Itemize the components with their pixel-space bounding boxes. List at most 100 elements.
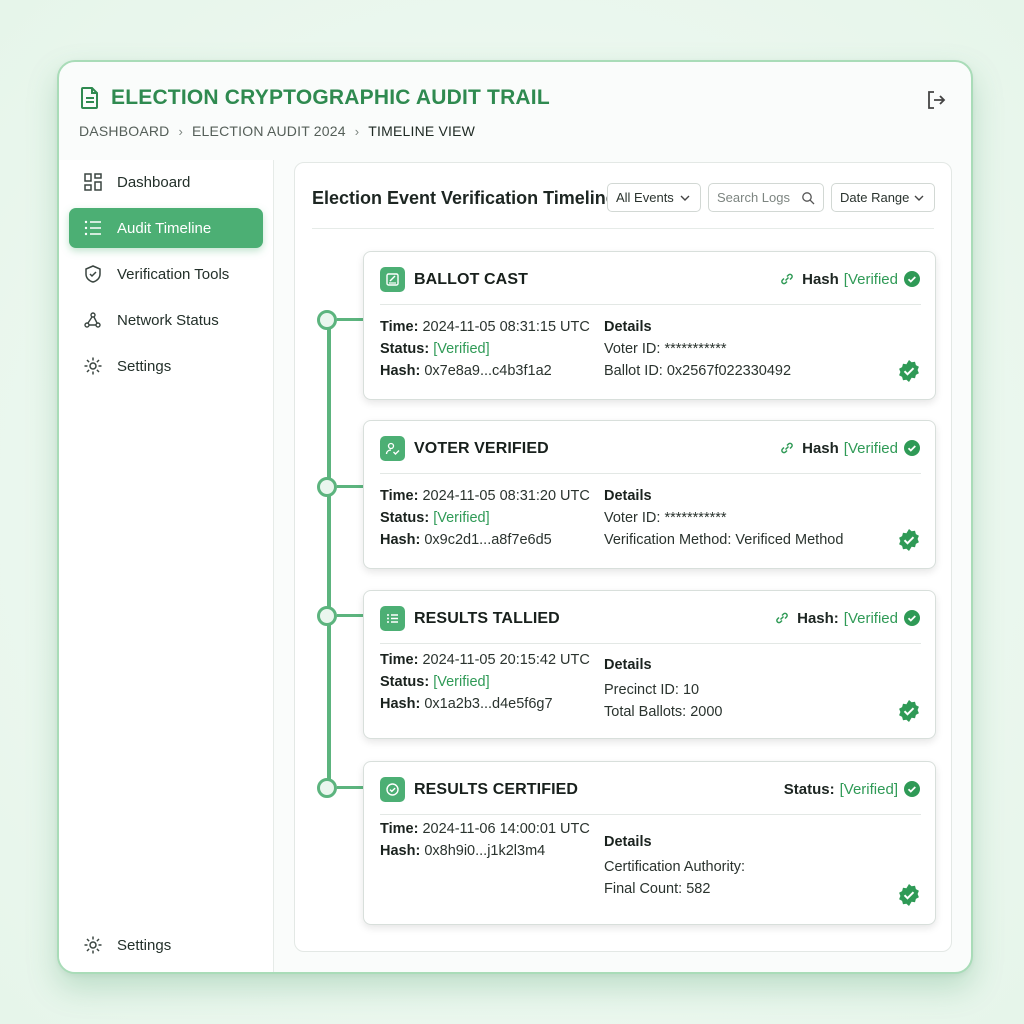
card-divider	[380, 304, 921, 305]
event-status: Status: [Verified]	[380, 674, 490, 690]
detail-line: Voter ID: ***********	[604, 510, 727, 526]
event-card-ballot-cast[interactable]: BALLOT CAST Hash [Verified Time: 2024-11…	[363, 251, 936, 400]
hash-verified-badge: Hash [Verified	[779, 439, 921, 457]
detail-line: Verification Method: Verificed Method	[604, 532, 844, 548]
status-label: Status:	[380, 341, 430, 357]
check-circle-icon	[904, 440, 920, 456]
grid-icon	[84, 173, 102, 191]
card-divider	[380, 473, 921, 474]
check-circle-icon	[904, 610, 920, 626]
detail-line: Total Ballots: 2000	[604, 704, 723, 720]
logout-icon[interactable]	[925, 89, 947, 111]
sidebar-footer-settings[interactable]: Settings	[69, 925, 263, 965]
status-value: [Verified]	[433, 510, 490, 526]
chevron-down-icon	[914, 195, 924, 201]
network-icon	[84, 312, 101, 328]
event-card-results-tallied[interactable]: RESULTS TALLIED Hash: [Verified Time: 20…	[363, 590, 936, 739]
gear-icon	[84, 936, 102, 954]
event-title: BALLOT CAST	[414, 270, 528, 288]
time-value: 2024-11-06 14:00:01 UTC	[422, 821, 590, 837]
details-heading: Details	[604, 834, 652, 850]
event-filter-value: All Events	[616, 190, 674, 205]
detail-line: Final Count: 582	[604, 881, 711, 897]
timeline-node	[317, 606, 337, 626]
chevron-down-icon	[680, 195, 690, 201]
status-value: [Verified]	[433, 674, 490, 690]
verified-seal-icon	[899, 529, 919, 551]
badge-value: [Verified]	[839, 780, 898, 798]
time-label: Time:	[380, 488, 419, 504]
sidebar-item-dashboard[interactable]: Dashboard	[69, 162, 263, 202]
breadcrumb-dashboard[interactable]: DASHBOARD	[79, 123, 169, 139]
event-title: RESULTS CERTIFIED	[414, 780, 579, 798]
hash-verified-badge: Hash: [Verified	[774, 609, 921, 627]
event-hash: Hash: 0x7e8a9...c4b3f1a2	[380, 363, 552, 379]
details-heading: Details	[604, 657, 652, 673]
event-filter-dropdown[interactable]: All Events	[607, 183, 701, 212]
badge-label: Hash	[802, 439, 839, 457]
search-icon[interactable]	[801, 191, 815, 205]
detail-line: Certification Authority:	[604, 859, 746, 875]
app-title: ELECTION CRYPTOGRAPHIC AUDIT TRAIL	[111, 86, 550, 109]
verified-seal-icon	[899, 360, 919, 382]
hash-label: Hash:	[380, 696, 421, 712]
event-title: VOTER VERIFIED	[414, 439, 549, 457]
time-value: 2024-11-05 08:31:20 UTC	[422, 488, 590, 504]
date-range-dropdown[interactable]: Date Range	[831, 183, 935, 212]
status-verified-badge: Status: [Verified]	[784, 780, 921, 798]
date-range-label: Date Range	[840, 190, 910, 205]
timeline-panel: Election Event Verification Timeline All…	[294, 162, 952, 952]
badge-value: [Verified	[843, 439, 898, 457]
user-check-icon	[380, 436, 405, 461]
event-time: Time: 2024-11-05 08:31:20 UTC	[380, 488, 590, 504]
details-label: Details	[604, 657, 652, 673]
link-icon	[776, 612, 788, 624]
gear-icon	[84, 357, 102, 375]
check-circle-icon	[904, 781, 920, 797]
badge-value: [Verified	[843, 609, 898, 627]
timeline-node	[317, 778, 337, 798]
sidebar-item-audit-timeline[interactable]: Audit Timeline	[69, 208, 263, 248]
detail-line: Precinct ID: 10	[604, 682, 700, 698]
app-window: ELECTION CRYPTOGRAPHIC AUDIT TRAIL DASHB…	[57, 60, 973, 974]
hash-label: Hash:	[380, 843, 421, 859]
sidebar-item-verification-tools[interactable]: Verification Tools	[69, 254, 263, 294]
badge-label: Status:	[783, 780, 835, 798]
check-circle-icon	[380, 777, 405, 802]
search-input[interactable]	[717, 190, 797, 205]
event-time: Time: 2024-11-06 14:00:01 UTC	[380, 821, 590, 837]
sidebar-item-label: Settings	[117, 936, 172, 954]
event-card-voter-verified[interactable]: VOTER VERIFIED Hash [Verified Time: 2024…	[363, 420, 936, 569]
search-box[interactable]	[708, 183, 824, 212]
detail-line: Voter ID: ***********	[604, 341, 727, 357]
event-title: RESULTS TALLIED	[414, 609, 560, 627]
breadcrumb-election-audit[interactable]: ELECTION AUDIT 2024	[192, 123, 346, 139]
hash-verified-badge: Hash [Verified	[779, 270, 921, 288]
check-circle-icon	[904, 271, 920, 287]
timeline-connector	[337, 485, 363, 488]
hash-label: Hash:	[380, 532, 421, 548]
sidebar: Dashboard Audit Timeline Verification To…	[59, 160, 274, 972]
details-label: Details	[604, 834, 652, 850]
sidebar-item-settings[interactable]: Settings	[69, 346, 263, 386]
event-time: Time: 2024-11-05 08:31:15 UTC	[380, 319, 590, 335]
card-divider	[380, 814, 921, 815]
verified-seal-icon	[899, 700, 919, 722]
badge-value: [Verified	[843, 270, 898, 288]
sidebar-item-label: Dashboard	[117, 173, 191, 191]
details-label: Details	[604, 488, 652, 504]
timeline-rail	[327, 320, 331, 790]
hash-value: 0x7e8a9...c4b3f1a2	[424, 363, 552, 379]
sidebar-item-label: Audit Timeline	[117, 219, 212, 237]
status-label: Status:	[380, 510, 430, 526]
time-value: 2024-11-05 20:15:42 UTC	[422, 652, 590, 668]
breadcrumb-timeline-view: TIMELINE VIEW	[368, 123, 476, 139]
hash-value: 0x9c2d1...a8f7e6d5	[424, 532, 552, 548]
link-icon	[781, 273, 793, 285]
badge-label: Hash	[802, 270, 839, 288]
hash-label: Hash:	[380, 363, 421, 379]
event-card-results-certified[interactable]: RESULTS CERTIFIED Status: [Verified] Tim…	[363, 761, 936, 925]
time-label: Time:	[380, 821, 419, 837]
sidebar-item-network-status[interactable]: Network Status	[69, 300, 263, 340]
list-icon	[84, 220, 101, 236]
